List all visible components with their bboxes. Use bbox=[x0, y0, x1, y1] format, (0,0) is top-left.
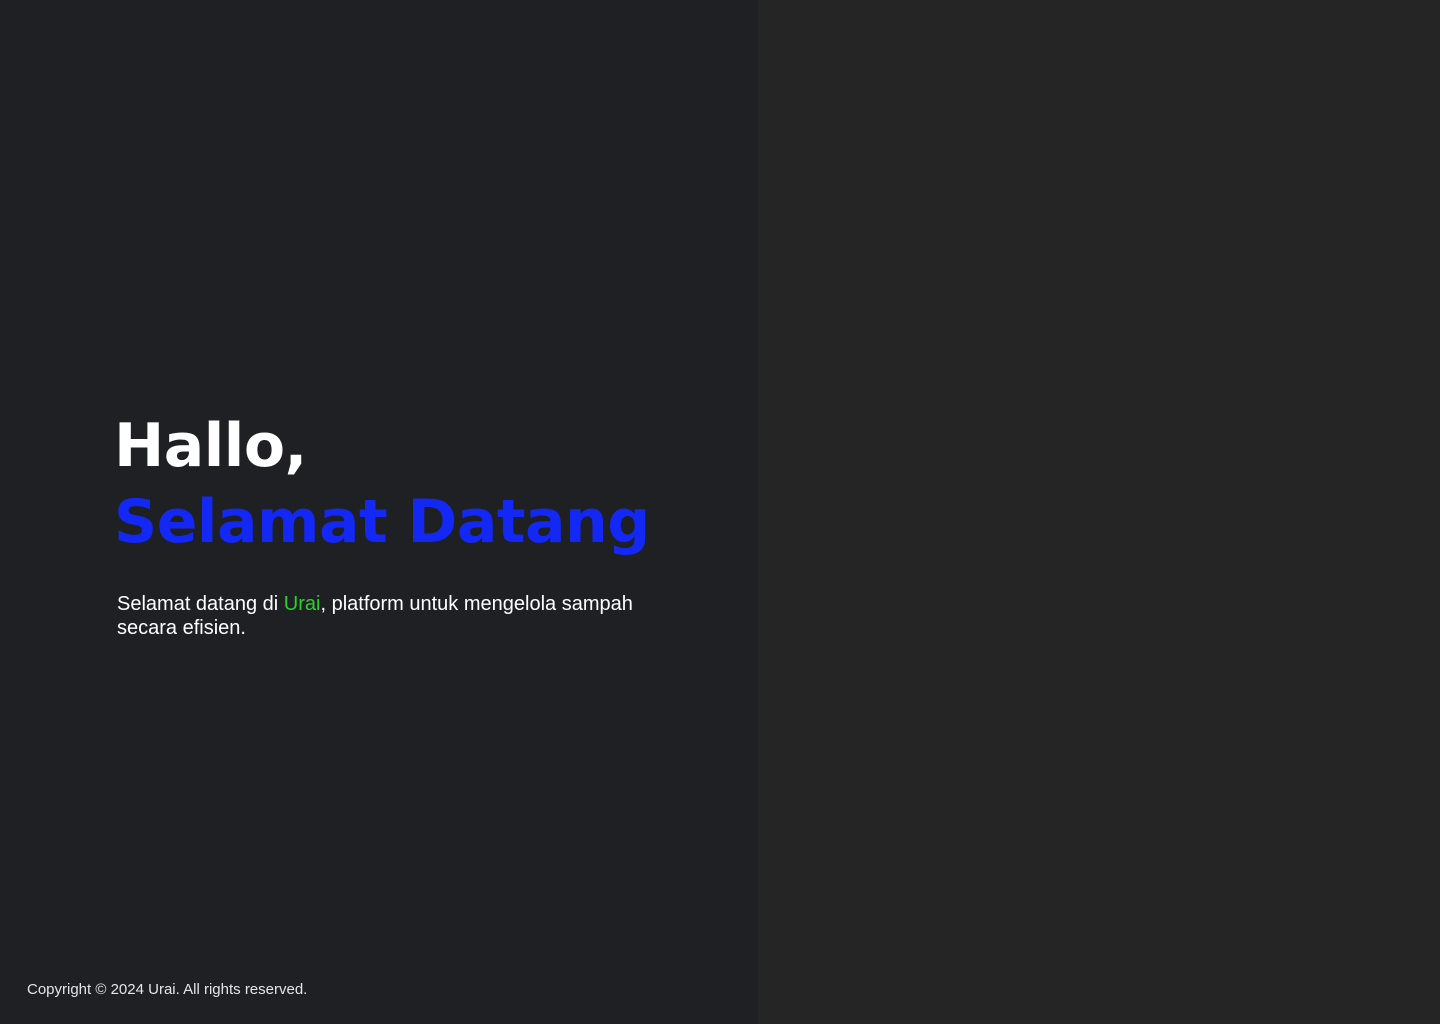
greeting-heading: Hallo, bbox=[114, 411, 307, 481]
login-page: Hallo, Selamat Datang Selamat datang di … bbox=[0, 0, 1440, 1024]
right-panel bbox=[758, 0, 1440, 1024]
welcome-panel: Hallo, Selamat Datang Selamat datang di … bbox=[0, 0, 758, 1024]
intro-text-before: Selamat datang di bbox=[117, 593, 284, 615]
welcome-description: Selamat datang di Urai, platform untuk m… bbox=[117, 592, 657, 640]
welcome-headline: Selamat Datang bbox=[114, 487, 650, 557]
copyright-footer: Copyright © 2024 Urai. All rights reserv… bbox=[27, 981, 308, 998]
welcome-section: Hallo, Selamat Datang Selamat datang di … bbox=[114, 410, 714, 640]
brand-name-highlight: Urai bbox=[283, 593, 321, 615]
